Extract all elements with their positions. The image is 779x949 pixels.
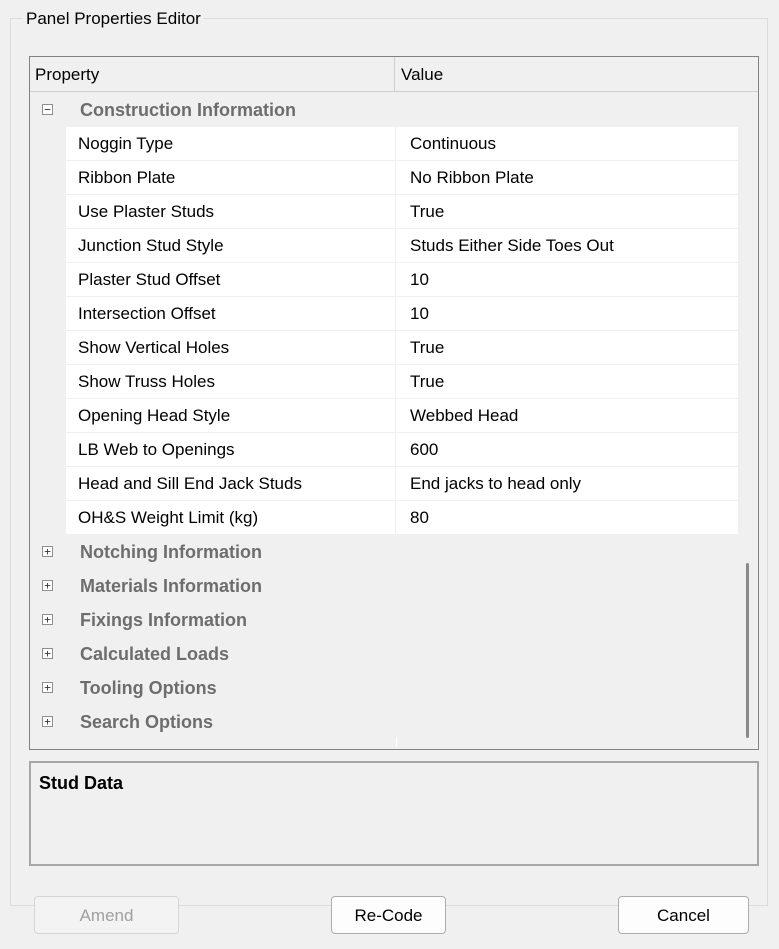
property-value[interactable]: 10 — [396, 297, 738, 331]
property-row[interactable]: Plaster Stud Offset 10 — [30, 263, 738, 297]
property-value[interactable]: 600 — [396, 433, 738, 467]
property-value[interactable]: Continuous — [396, 127, 738, 161]
collapse-icon[interactable]: − — [42, 104, 53, 115]
property-row[interactable]: Show Truss Holes True — [30, 365, 738, 399]
category-row[interactable]: + Calculated Loads — [30, 637, 738, 671]
vertical-scrollbar[interactable] — [740, 93, 758, 749]
expand-icon[interactable]: + — [42, 682, 53, 693]
property-name[interactable]: Noggin Type — [66, 127, 396, 161]
expand-icon[interactable]: + — [42, 716, 53, 727]
cancel-button[interactable]: Cancel — [618, 896, 749, 934]
property-value[interactable]: True — [396, 365, 738, 399]
property-name[interactable]: OH&S Weight Limit (kg) — [66, 501, 396, 535]
category-label: Notching Information — [80, 542, 262, 562]
amend-button[interactable]: Amend — [34, 896, 179, 934]
recode-button[interactable]: Re-Code — [331, 896, 446, 934]
property-name[interactable]: Intersection Offset — [66, 297, 396, 331]
expand-icon[interactable]: + — [42, 580, 53, 591]
expand-icon[interactable]: + — [42, 614, 53, 625]
column-header-value[interactable]: Value — [396, 57, 741, 92]
property-name[interactable]: Ribbon Plate — [66, 161, 396, 195]
property-name[interactable]: Junction Stud Style — [66, 229, 396, 263]
grid-header: Property Value — [30, 57, 758, 92]
property-value[interactable]: True — [396, 331, 738, 365]
property-row[interactable]: Noggin Type Continuous — [30, 127, 738, 161]
property-row[interactable]: Ribbon Plate No Ribbon Plate — [30, 161, 738, 195]
expand-icon[interactable]: + — [42, 546, 53, 557]
category-row[interactable]: + Materials Information — [30, 569, 738, 603]
property-name[interactable]: Head and Sill End Jack Studs — [66, 467, 396, 501]
property-value[interactable]: Webbed Head — [396, 399, 738, 433]
category-row[interactable]: + Notching Information — [30, 535, 738, 569]
property-row[interactable]: Opening Head Style Webbed Head — [30, 399, 738, 433]
property-row[interactable]: OH&S Weight Limit (kg) 80 — [30, 501, 738, 535]
column-header-property[interactable]: Property — [30, 57, 395, 92]
property-name[interactable]: Plaster Stud Offset — [66, 263, 396, 297]
property-value[interactable]: End jacks to head only — [396, 467, 738, 501]
property-row[interactable]: Junction Stud Style Studs Either Side Toe… — [30, 229, 738, 263]
property-value[interactable]: True — [396, 195, 738, 229]
category-label: Search Options — [80, 712, 214, 732]
description-panel: Stud Data — [29, 761, 759, 866]
category-label: Construction Information — [80, 100, 296, 120]
property-row[interactable]: Intersection Offset 10 — [30, 297, 738, 331]
category-row[interactable]: + Search Options — [30, 705, 738, 739]
property-grid[interactable]: Property Value − Construction Information… — [29, 56, 759, 750]
property-value[interactable]: 10 — [396, 263, 738, 297]
scrollbar-thumb[interactable] — [746, 563, 749, 738]
column-divider — [396, 737, 397, 747]
property-name[interactable]: Show Truss Holes — [66, 365, 396, 399]
category-label: Fixings Information — [80, 610, 248, 630]
category-row[interactable]: − Construction Information — [30, 93, 738, 127]
property-row[interactable]: Use Plaster Studs True — [30, 195, 738, 229]
property-name[interactable]: Opening Head Style — [66, 399, 396, 433]
property-name[interactable]: Use Plaster Studs — [66, 195, 396, 229]
property-value[interactable]: 80 — [396, 501, 738, 535]
property-row[interactable]: LB Web to Openings 600 — [30, 433, 738, 467]
property-value[interactable]: No Ribbon Plate — [396, 161, 738, 195]
category-row[interactable]: + Tooling Options — [30, 671, 738, 705]
category-label: Tooling Options — [80, 678, 217, 698]
category-label: Calculated Loads — [80, 644, 230, 664]
category-row[interactable]: + Fixings Information — [30, 603, 738, 637]
property-value[interactable]: Studs Either Side Toes Out — [396, 229, 738, 263]
property-row[interactable]: Show Vertical Holes True — [30, 331, 738, 365]
category-label: Materials Information — [80, 576, 263, 596]
property-name[interactable]: Show Vertical Holes — [66, 331, 396, 365]
property-row[interactable]: Head and Sill End Jack Studs End jacks to… — [30, 467, 738, 501]
property-name[interactable]: LB Web to Openings — [66, 433, 396, 467]
description-title: Stud Data — [39, 773, 124, 793]
group-title: Panel Properties Editor — [23, 8, 204, 30]
grid-rows: − Construction Information Noggin Type Cont… — [30, 93, 738, 739]
expand-icon[interactable]: + — [42, 648, 53, 659]
